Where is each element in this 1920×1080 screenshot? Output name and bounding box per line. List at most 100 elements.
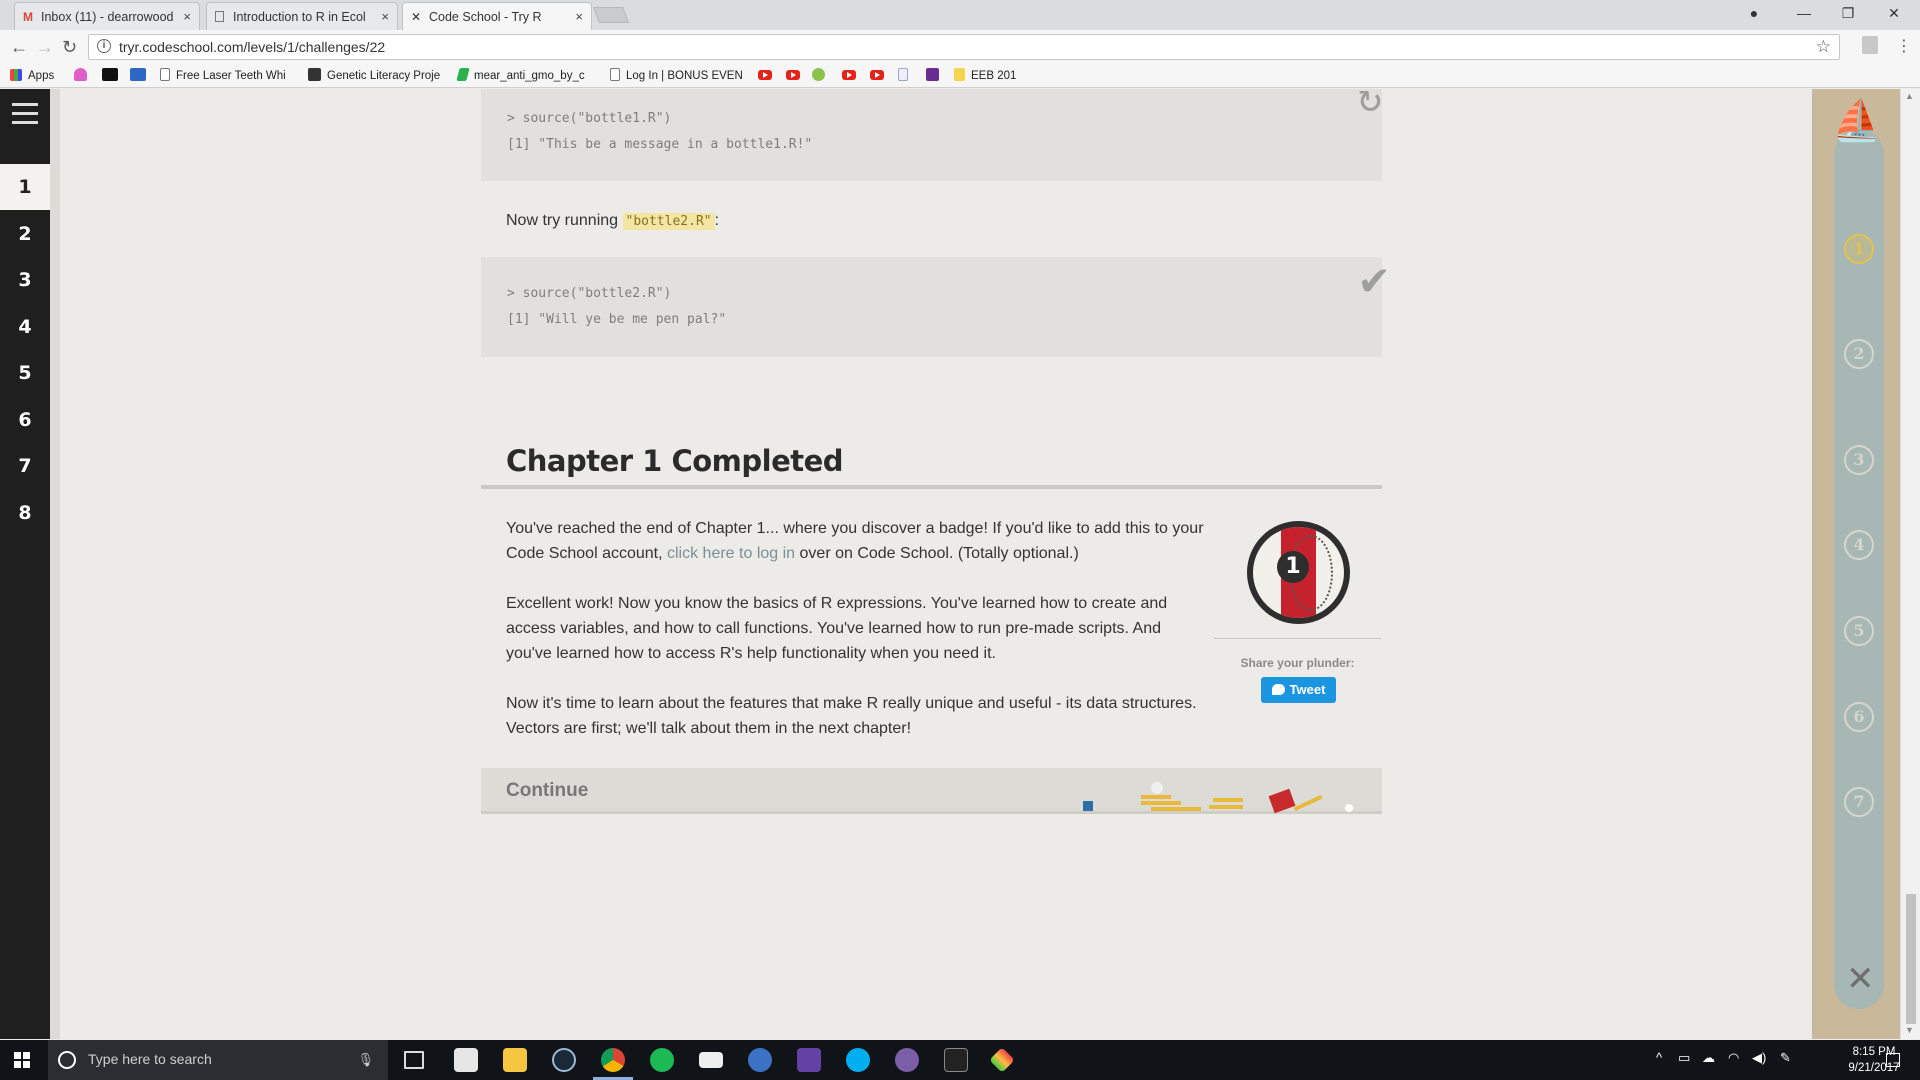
level-4[interactable]: 4: [0, 304, 50, 350]
paragraph-3: Now it's time to learn about the feature…: [506, 695, 1197, 737]
r-app-icon[interactable]: [748, 1048, 772, 1072]
minimize-button[interactable]: —: [1782, 0, 1826, 28]
microphone-icon[interactable]: 🎙: [357, 1052, 374, 1068]
map-node-5[interactable]: 5: [1844, 616, 1874, 646]
map-node-4[interactable]: 4: [1844, 530, 1874, 560]
bookmark-purple[interactable]: [926, 68, 945, 84]
badge-number: 1: [1277, 551, 1309, 583]
bookmark-apps[interactable]: Apps: [10, 68, 54, 84]
info-icon[interactable]: i: [97, 39, 111, 53]
youtube-icon[interactable]: [842, 70, 856, 80]
youtube-icon[interactable]: [870, 70, 884, 80]
bookmark-laser-teeth[interactable]: Free Laser Teeth Whi: [160, 68, 286, 84]
scroll-up-icon[interactable]: ▲: [1905, 91, 1914, 101]
gitkraken-icon[interactable]: [989, 1047, 1015, 1073]
chapter-badge: 1: [1247, 521, 1350, 624]
new-tab-button[interactable]: [593, 7, 629, 23]
back-icon[interactable]: ←: [10, 37, 28, 57]
bookmark-doc[interactable]: [898, 68, 914, 84]
close-window-button[interactable]: ✕: [1872, 0, 1916, 28]
vertical-scrollbar[interactable]: ▲ ▼: [1900, 89, 1920, 1039]
spotify-icon[interactable]: [650, 1048, 674, 1072]
address-bar[interactable]: i tryr.codeschool.com/levels/1/challenge…: [88, 34, 1840, 60]
reload-icon[interactable]: ↻: [62, 37, 77, 57]
close-tab-icon[interactable]: ×: [575, 3, 583, 30]
level-2[interactable]: 2: [0, 211, 50, 257]
map-node-6[interactable]: 6: [1844, 702, 1874, 732]
windows-start-icon[interactable]: [14, 1052, 30, 1068]
twitch-icon[interactable]: [797, 1048, 821, 1072]
codeschool-icon: ✕: [411, 10, 422, 24]
level-5[interactable]: 5: [0, 350, 50, 396]
extension-icon[interactable]: [1862, 36, 1878, 54]
bookmark-mear[interactable]: mear_anti_gmo_by_c: [456, 68, 585, 84]
bookmark-eeb201[interactable]: EEB 201: [954, 68, 1016, 84]
action-center-icon[interactable]: [1886, 1053, 1900, 1067]
close-tab-icon[interactable]: ×: [381, 3, 389, 30]
wifi-icon[interactable]: ◠: [1728, 1050, 1739, 1066]
level-8[interactable]: 8: [0, 490, 50, 536]
map-node-3[interactable]: 3: [1844, 445, 1874, 475]
youtube-icon[interactable]: [786, 70, 800, 80]
bookmark-genetic-literacy[interactable]: Genetic Literacy Proje: [308, 68, 440, 84]
youtube-icon[interactable]: [758, 70, 772, 80]
battery-icon[interactable]: ▭: [1678, 1050, 1690, 1066]
bookmark-green[interactable]: [812, 68, 831, 84]
profile-icon[interactable]: ●: [1732, 0, 1776, 28]
volume-icon[interactable]: ◀): [1752, 1050, 1766, 1066]
forward-icon[interactable]: →: [36, 37, 54, 57]
bookmark-ucla[interactable]: [130, 68, 152, 84]
page-content: 1 2 3 4 5 6 7 8 > source("bottle1.R") [1…: [0, 89, 1920, 1039]
level-3[interactable]: 3: [0, 257, 50, 303]
terminal-icon[interactable]: [944, 1048, 968, 1072]
refresh-icon[interactable]: ↻: [1358, 89, 1382, 121]
scrollbar-thumb[interactable]: [1906, 894, 1916, 1024]
tray-chevron-icon[interactable]: ^: [1656, 1050, 1662, 1065]
genetic-literacy-icon: [308, 68, 321, 81]
map-node-2[interactable]: 2: [1844, 339, 1874, 369]
map-node-7[interactable]: 7: [1844, 787, 1874, 817]
windows-taskbar: Type here to search 🎙 ^ ▭ ☁ ◠ ◀) ✎ 8:15 …: [0, 1040, 1920, 1080]
login-link[interactable]: click here to log in: [667, 545, 795, 562]
tweet-button[interactable]: Tweet: [1261, 677, 1336, 703]
level-7[interactable]: 7: [0, 443, 50, 489]
taskbar-search[interactable]: Type here to search 🎙: [48, 1040, 388, 1080]
task-view-icon[interactable]: [404, 1051, 424, 1069]
globe-icon: [812, 68, 825, 81]
file-explorer-icon[interactable]: [503, 1048, 527, 1072]
bookmark-vice[interactable]: [102, 68, 124, 84]
tab-intro-r[interactable]: Introduction to R in Ecol ×: [206, 2, 398, 30]
store-icon[interactable]: [454, 1048, 478, 1072]
url-text[interactable]: tryr.codeschool.com/levels/1/challenges/…: [119, 39, 385, 55]
checkmark-icon: ✔: [1360, 251, 1388, 305]
bookmark-pink[interactable]: [74, 68, 93, 84]
ship-icon: ⛵: [1832, 99, 1882, 143]
level-6[interactable]: 6: [0, 397, 50, 443]
continue-button[interactable]: Continue: [481, 768, 1382, 814]
close-tab-icon[interactable]: ×: [183, 3, 191, 30]
chrome-icon[interactable]: [601, 1048, 625, 1072]
scroll-down-icon[interactable]: ▼: [1905, 1025, 1914, 1035]
pen-icon[interactable]: ✎: [1780, 1050, 1791, 1066]
share-label: Share your plunder:: [1240, 656, 1355, 670]
document-icon: [160, 68, 170, 81]
restore-button[interactable]: ❐: [1826, 0, 1870, 28]
bookmark-star-icon[interactable]: ☆: [1816, 37, 1831, 57]
tab-codeschool[interactable]: ✕ Code School - Try R ×: [402, 2, 592, 30]
pearl-icon: [1151, 782, 1163, 794]
purple-app-icon[interactable]: [895, 1048, 919, 1072]
x-marks-the-spot-icon: ✕: [1846, 960, 1875, 998]
paragraph-1: You've reached the end of Chapter 1... w…: [506, 520, 1204, 562]
skype-icon[interactable]: [846, 1048, 870, 1072]
mail-icon[interactable]: [699, 1052, 723, 1068]
bookmark-login[interactable]: Log In | BONUS EVEN: [610, 68, 743, 84]
onedrive-icon[interactable]: ☁: [1702, 1050, 1715, 1066]
tab-gmail[interactable]: M Inbox (11) - dearrowood ×: [14, 2, 200, 30]
steam-icon[interactable]: [552, 1048, 576, 1072]
pink-bookmark-icon: [74, 68, 87, 81]
hamburger-menu-icon[interactable]: [12, 103, 38, 130]
map-node-1[interactable]: 1: [1844, 234, 1874, 264]
code-block-2: > source("bottle2.R") [1] "Will ye be me…: [481, 251, 1388, 357]
leaf-icon: [456, 68, 470, 81]
menu-dots-icon[interactable]: ⋮: [1896, 37, 1912, 57]
